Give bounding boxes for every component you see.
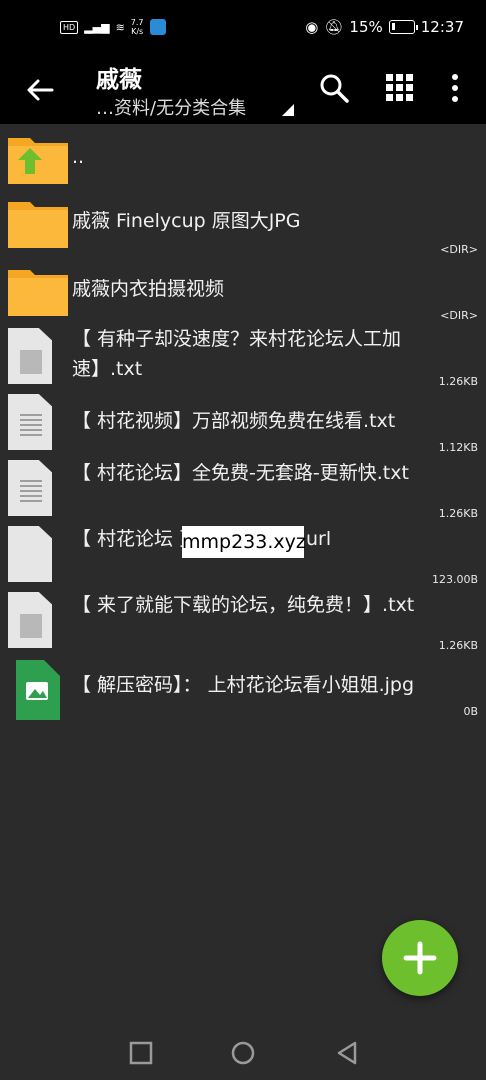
app-notification-icon xyxy=(149,19,166,35)
list-item[interactable]: .. xyxy=(0,126,486,190)
file-meta: 1.12KB xyxy=(438,441,478,454)
list-item[interactable]: 【 有种子却没速度？来村花论坛人工加速】.txt 1.26KB xyxy=(0,324,486,390)
back-arrow-icon[interactable] xyxy=(20,70,60,110)
toolbar: 戚薇 …资料/无分类合集 xyxy=(0,58,486,124)
list-item[interactable]: 戚薇 Finelycup 原图大JPG <DIR> xyxy=(0,190,486,258)
file-name: 【 村花视频】万部视频免费在线看.txt xyxy=(72,410,396,432)
file-name: 戚薇 Finelycup 原图大JPG xyxy=(72,210,301,232)
file-meta: 123.00B xyxy=(431,573,478,586)
battery-level xyxy=(391,23,395,30)
file-meta: 1.26KB xyxy=(438,639,478,652)
file-name: 【 解压密码】： 上村花论坛看小姐姐.jpg xyxy=(72,674,415,696)
text-file-icon xyxy=(8,394,52,450)
file-list: .. 戚薇 Finelycup 原图大JPG <DIR> 戚薇内衣拍摄视频 <D… xyxy=(0,126,486,720)
file-name: 【 有种子却没速度？来村花论坛人工加速】.txt xyxy=(72,328,402,380)
search-icon[interactable] xyxy=(316,70,352,106)
network-speed: 7.7 K/s xyxy=(131,18,144,36)
path-dropdown-icon[interactable] xyxy=(282,104,294,116)
folder-icon xyxy=(8,264,68,320)
home-icon[interactable] xyxy=(230,1040,256,1066)
text-file-icon xyxy=(8,460,52,516)
status-bar: HD ▂▄▆ ≋ 7.7 K/s ◉ 🔕︎ 15% 12:37 xyxy=(0,0,486,58)
file-name: 【 村花论坛】全免费-无套路-更新快.txt xyxy=(72,462,409,484)
wifi-icon: ≋ xyxy=(115,20,125,34)
grid-view-icon[interactable] xyxy=(382,70,418,106)
file-meta: 1.26KB xyxy=(438,375,478,388)
speed-unit: K/s xyxy=(131,27,144,36)
parent-folder-icon xyxy=(8,132,68,188)
watermark-label: mmp233.xyz xyxy=(182,526,306,558)
file-name: 戚薇内衣拍摄视频 xyxy=(72,278,225,300)
list-item[interactable]: 【 来了就能下载的论坛，纯免费！】.txt 1.26KB xyxy=(0,588,486,654)
path-breadcrumb[interactable]: …资料/无分类合集 xyxy=(96,94,246,120)
page-title: 戚薇 xyxy=(96,67,142,93)
battery-percent: 15% xyxy=(349,18,383,36)
hd-badge: HD xyxy=(60,20,79,34)
add-fab-button[interactable] xyxy=(382,920,458,996)
recent-apps-icon[interactable] xyxy=(128,1040,154,1066)
file-meta: 1.26KB xyxy=(438,507,478,520)
folder-icon xyxy=(8,196,68,252)
file-name: 【 来了就能下载的论坛，纯免费！】.txt xyxy=(72,594,415,616)
file-name: .. xyxy=(72,146,85,168)
plus-icon xyxy=(403,941,437,975)
signal-icon: ▂▄▆ xyxy=(84,20,110,34)
file-meta: 0B xyxy=(463,705,478,718)
more-vert-icon[interactable] xyxy=(440,70,470,106)
back-icon[interactable] xyxy=(334,1040,360,1066)
list-item[interactable]: 【 村花论坛】全免费-无套路-更新快.txt 1.26KB xyxy=(0,456,486,522)
battery-icon xyxy=(388,20,418,34)
mute-icon: 🔕︎ xyxy=(324,18,344,36)
text-file-icon xyxy=(8,328,52,384)
eye-comfort-icon: ◉ xyxy=(305,18,319,36)
text-file-icon xyxy=(8,592,52,648)
image-file-icon xyxy=(8,660,68,720)
list-item[interactable]: 【 解压密码】： 上村花论坛看小姐姐.jpg 0B xyxy=(0,654,486,720)
list-item[interactable]: 【 村花视频】万部视频免费在线看.txt 1.12KB xyxy=(0,390,486,456)
status-left: HD ▂▄▆ ≋ 7.7 K/s xyxy=(60,18,166,36)
list-item[interactable]: 戚薇内衣拍摄视频 <DIR> xyxy=(0,258,486,324)
clock: 12:37 xyxy=(420,18,464,36)
file-meta: <DIR> xyxy=(440,243,478,256)
status-right: ◉ 🔕︎ 15% 12:37 xyxy=(305,18,464,36)
url-file-icon xyxy=(8,526,52,582)
file-meta: <DIR> xyxy=(440,309,478,322)
system-nav-bar xyxy=(0,1020,486,1080)
speed-value: 7.7 xyxy=(130,18,144,27)
